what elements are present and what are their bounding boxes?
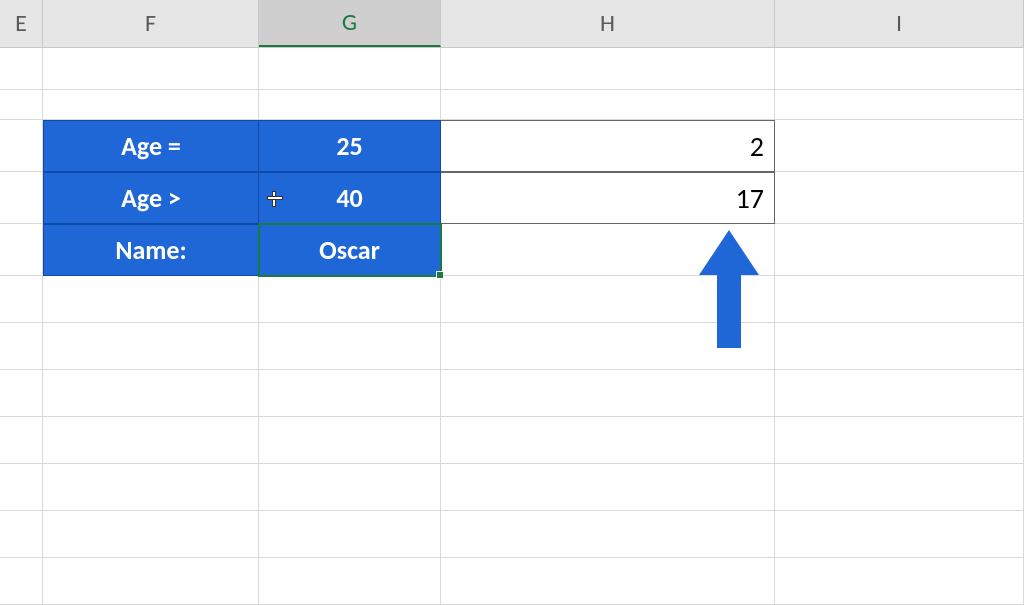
row-1 [0,48,1024,90]
cell-E4[interactable] [0,172,43,224]
cell-I3[interactable] [775,120,1024,172]
cell-H2[interactable] [441,90,775,120]
cell-G1[interactable] [259,48,441,90]
cell-H7[interactable] [441,323,775,370]
cell-F8[interactable] [43,370,259,417]
cell-E12[interactable] [0,558,43,605]
column-header-row: E F G H I [0,0,1024,48]
cell-I2[interactable] [775,90,1024,120]
cell-G5-value: Oscar [319,234,380,266]
cell-F3[interactable]: Age = [43,120,259,172]
cell-E10[interactable] [0,464,43,511]
cell-H1[interactable] [441,48,775,90]
cell-F9[interactable] [43,417,259,464]
row-7 [0,323,1024,370]
cell-G11[interactable] [259,511,441,558]
cell-E7[interactable] [0,323,43,370]
fill-handle[interactable] [436,271,444,279]
cell-I5[interactable] [775,224,1024,276]
cell-I7[interactable] [775,323,1024,370]
row-11 [0,511,1024,558]
cell-I8[interactable] [775,370,1024,417]
row-12 [0,558,1024,605]
cell-H12[interactable] [441,558,775,605]
cell-F2[interactable] [43,90,259,120]
column-header-G[interactable]: G [259,0,441,47]
plus-cursor-icon [267,191,281,205]
cell-G9[interactable] [259,417,441,464]
cell-G12[interactable] [259,558,441,605]
cell-G4[interactable]: 40 [259,172,441,224]
cell-F4[interactable]: Age > [43,172,259,224]
row-4: Age > 40 17 [0,172,1024,224]
cell-H10[interactable] [441,464,775,511]
cell-F6[interactable] [43,276,259,323]
cell-E11[interactable] [0,511,43,558]
grid-rows: Age = 25 2 Age > 40 17 Name: Oscar [0,48,1024,605]
cell-G8[interactable] [259,370,441,417]
cell-G3[interactable]: 25 [259,120,441,172]
cell-F5[interactable]: Name: [43,224,259,276]
cell-H5[interactable] [441,224,775,276]
cell-G10[interactable] [259,464,441,511]
cell-E6[interactable] [0,276,43,323]
column-header-E[interactable]: E [0,0,43,47]
cell-G5[interactable]: Oscar [259,224,441,276]
cell-I11[interactable] [775,511,1024,558]
cell-I6[interactable] [775,276,1024,323]
cell-I12[interactable] [775,558,1024,605]
cell-E9[interactable] [0,417,43,464]
column-header-I[interactable]: I [775,0,1024,47]
cell-E2[interactable] [0,90,43,120]
cell-F7[interactable] [43,323,259,370]
cell-E1[interactable] [0,48,43,90]
cell-H3[interactable]: 2 [441,120,775,172]
cell-I1[interactable] [775,48,1024,90]
column-header-F[interactable]: F [43,0,259,47]
cell-H9[interactable] [441,417,775,464]
row-5: Name: Oscar [0,224,1024,276]
cell-F12[interactable] [43,558,259,605]
row-10 [0,464,1024,511]
cell-F11[interactable] [43,511,259,558]
cell-G7[interactable] [259,323,441,370]
cell-E5[interactable] [0,224,43,276]
row-9 [0,417,1024,464]
cell-E3[interactable] [0,120,43,172]
cell-I10[interactable] [775,464,1024,511]
row-3: Age = 25 2 [0,120,1024,172]
cell-H8[interactable] [441,370,775,417]
cell-F1[interactable] [43,48,259,90]
row-8 [0,370,1024,417]
row-6 [0,276,1024,323]
cell-F10[interactable] [43,464,259,511]
cell-G6[interactable] [259,276,441,323]
cell-H4[interactable]: 17 [441,172,775,224]
cell-H11[interactable] [441,511,775,558]
cell-I4[interactable] [775,172,1024,224]
cell-G4-value: 40 [336,182,362,214]
spreadsheet-viewport: E F G H I Age = 25 2 [0,0,1024,573]
column-header-H[interactable]: H [441,0,775,47]
cell-H6[interactable] [441,276,775,323]
cell-G2[interactable] [259,90,441,120]
cell-I9[interactable] [775,417,1024,464]
cell-E8[interactable] [0,370,43,417]
row-2 [0,90,1024,120]
